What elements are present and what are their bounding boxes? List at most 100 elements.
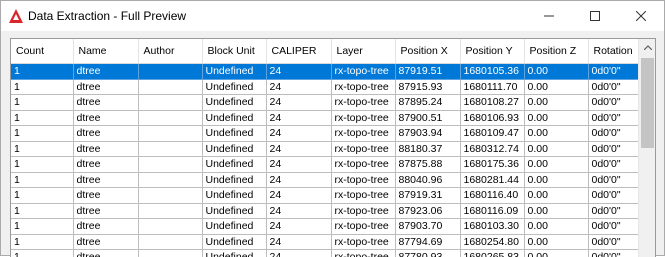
table-row[interactable]: 1dtreeUndefined24rx-topo-tree87895.24168… [11, 95, 638, 111]
table-cell[interactable]: rx-topo-tree [331, 219, 395, 235]
table-cell[interactable]: 1 [11, 64, 73, 80]
table-cell[interactable]: rx-topo-tree [331, 157, 395, 173]
table-cell[interactable]: rx-topo-tree [331, 64, 395, 80]
table-cell[interactable] [138, 172, 202, 188]
table-cell[interactable]: 1 [11, 110, 73, 126]
table-cell[interactable]: 1 [11, 234, 73, 250]
table-cell[interactable]: 1 [11, 172, 73, 188]
table-cell[interactable]: rx-topo-tree [331, 126, 395, 142]
table-cell[interactable]: rx-topo-tree [331, 141, 395, 157]
minimize-button[interactable] [526, 1, 572, 31]
table-cell[interactable]: 1680281.44 [460, 172, 524, 188]
table-cell[interactable]: 87919.51 [395, 64, 460, 80]
table-cell[interactable]: Undefined [202, 234, 266, 250]
table-cell[interactable] [138, 79, 202, 95]
table-cell[interactable]: 88180.37 [395, 141, 460, 157]
close-button[interactable] [618, 1, 664, 31]
table-cell[interactable]: rx-topo-tree [331, 95, 395, 111]
table-cell[interactable]: 24 [266, 188, 331, 204]
scroll-thumb[interactable] [641, 58, 654, 148]
table-row[interactable]: 1dtreeUndefined24rx-topo-tree87903.94168… [11, 126, 638, 142]
table-cell[interactable]: 0d0'0" [588, 79, 638, 95]
table-cell[interactable] [138, 110, 202, 126]
table-cell[interactable]: 24 [266, 79, 331, 95]
table-cell[interactable]: 0d0'0" [588, 203, 638, 219]
table-row[interactable]: 1dtree Undefined24rx-topo-tree87794.69168… [11, 234, 638, 250]
table-cell[interactable]: 24 [266, 157, 331, 173]
table-cell[interactable] [138, 126, 202, 142]
table-cell[interactable]: 1 [11, 188, 73, 204]
table-cell[interactable]: 0.00 [524, 172, 588, 188]
table-cell[interactable]: Undefined [202, 188, 266, 204]
table-row[interactable]: 1dtreeUndefined24rx-topo-tree88040.96168… [11, 172, 638, 188]
table-cell[interactable]: 1680106.93 [460, 110, 524, 126]
table-cell[interactable]: 24 [266, 234, 331, 250]
table-cell[interactable]: 1680175.36 [460, 157, 524, 173]
table-cell[interactable] [138, 203, 202, 219]
table-cell[interactable]: 0d0'0" [588, 234, 638, 250]
table-cell[interactable]: rx-topo-tree [331, 79, 395, 95]
table-cell[interactable]: 0.00 [524, 234, 588, 250]
table-cell[interactable]: 1680116.40 [460, 188, 524, 204]
table-cell[interactable]: 0d0'0" [588, 95, 638, 111]
table-cell[interactable]: 0.00 [524, 64, 588, 80]
table-cell[interactable]: 24 [266, 219, 331, 235]
column-header[interactable]: Name [73, 39, 138, 64]
table-cell[interactable] [138, 234, 202, 250]
table-cell[interactable] [138, 95, 202, 111]
table-cell[interactable]: 24 [266, 172, 331, 188]
maximize-button[interactable] [572, 1, 618, 31]
table-cell[interactable]: 0.00 [524, 219, 588, 235]
table-cell[interactable]: Undefined [202, 203, 266, 219]
table-cell[interactable]: 87895.24 [395, 95, 460, 111]
table-cell[interactable] [138, 157, 202, 173]
table-cell[interactable] [138, 188, 202, 204]
table-cell[interactable]: 0d0'0" [588, 64, 638, 80]
table-cell[interactable]: 1680116.09 [460, 203, 524, 219]
table-cell[interactable]: Undefined [202, 64, 266, 80]
table-cell[interactable] [138, 141, 202, 157]
table-cell[interactable]: 24 [266, 126, 331, 142]
table-cell[interactable]: Undefined [202, 79, 266, 95]
table-row[interactable]: 1dtreeUndefined24rx-topo-tree87915.93168… [11, 79, 638, 95]
column-header[interactable]: CALIPER [266, 39, 331, 64]
table-cell[interactable]: dtree [73, 126, 138, 142]
table-cell[interactable]: dtree [73, 172, 138, 188]
table-cell[interactable]: 87794.69 [395, 234, 460, 250]
table-cell[interactable]: 0d0'0" [588, 126, 638, 142]
column-header[interactable]: Layer [331, 39, 395, 64]
table-cell[interactable]: Undefined [202, 141, 266, 157]
table-cell[interactable]: dtree [73, 234, 138, 250]
table-cell[interactable]: dtree [73, 219, 138, 235]
table-cell[interactable]: dtree [73, 64, 138, 80]
table-cell[interactable]: 24 [266, 110, 331, 126]
column-header[interactable]: Rotation [588, 39, 638, 64]
table-cell[interactable]: 1680109.47 [460, 126, 524, 142]
table-cell[interactable]: Undefined [202, 219, 266, 235]
table-cell[interactable]: dtree [73, 157, 138, 173]
table-cell[interactable]: Undefined [202, 172, 266, 188]
table-cell[interactable]: dtree [73, 141, 138, 157]
column-header[interactable]: Position X [395, 39, 460, 64]
title-bar[interactable]: Data Extraction - Full Preview [1, 1, 664, 31]
table-cell[interactable]: 1680111.70 [460, 79, 524, 95]
table-cell[interactable]: rx-topo-tree [331, 203, 395, 219]
table-cell[interactable]: 1 [11, 157, 73, 173]
table-cell[interactable]: 87900.51 [395, 110, 460, 126]
table-cell[interactable]: 1 [11, 141, 73, 157]
table-cell[interactable]: 87875.88 [395, 157, 460, 173]
table-cell[interactable]: Undefined [202, 95, 266, 111]
column-header[interactable]: Block Unit [202, 39, 266, 64]
table-cell[interactable]: 0.00 [524, 203, 588, 219]
vertical-scrollbar[interactable] [638, 39, 656, 257]
table-cell[interactable]: dtree [73, 203, 138, 219]
table-cell[interactable]: 87915.93 [395, 79, 460, 95]
table-row[interactable]: 1dtreeUndefined24rx-topo-tree88180.37168… [11, 141, 638, 157]
table-cell[interactable]: 1680254.80 [460, 234, 524, 250]
table-cell[interactable]: 1 [11, 126, 73, 142]
table-cell[interactable]: 1680103.30 [460, 219, 524, 235]
table-cell[interactable]: rx-topo-tree [331, 110, 395, 126]
table-cell[interactable]: dtree [73, 79, 138, 95]
table-cell[interactable]: rx-topo-tree [331, 234, 395, 250]
table-cell[interactable]: 87903.94 [395, 126, 460, 142]
